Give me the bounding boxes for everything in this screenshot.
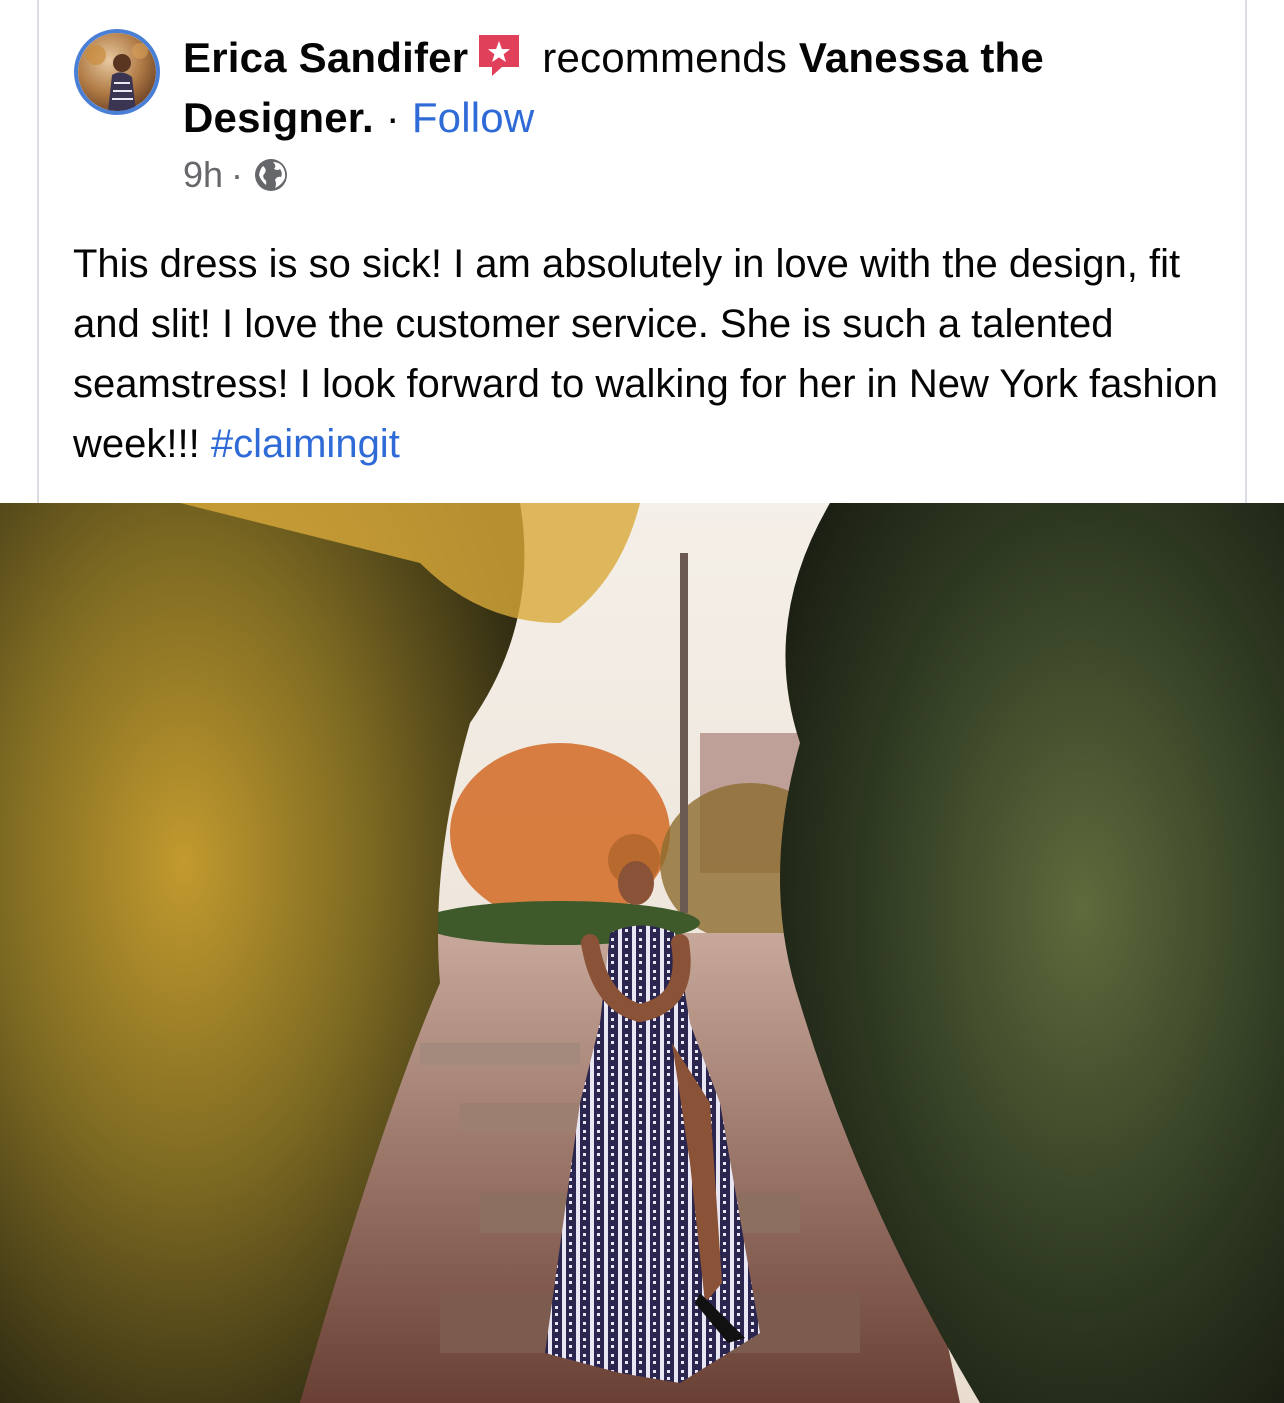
recommends-text: recommends: [542, 34, 788, 81]
photo-scene: [0, 503, 1284, 1403]
follow-button[interactable]: Follow: [412, 94, 535, 141]
author-name[interactable]: Erica Sandifer: [183, 34, 468, 81]
post-header: Erica Sandifer recommends Vanessa the Desi…: [183, 28, 1163, 148]
avatar[interactable]: [74, 29, 160, 115]
hashtag-link[interactable]: #claimingit: [211, 422, 400, 466]
post-meta: 9h ·: [183, 150, 289, 200]
meta-separator: ·: [231, 154, 244, 195]
header-separator: ·: [385, 94, 400, 141]
post-body: This dress is so sick! I am absolutely i…: [73, 234, 1233, 474]
globe-icon[interactable]: [253, 157, 289, 193]
post-photo[interactable]: [0, 503, 1284, 1403]
facebook-post: Erica Sandifer recommends Vanessa the Desi…: [0, 0, 1284, 1403]
timestamp[interactable]: 9h: [183, 150, 223, 200]
recommend-star-icon: [476, 32, 522, 78]
avatar-image: [78, 33, 156, 111]
post-header-card: Erica Sandifer recommends Vanessa the Desi…: [37, 0, 1247, 503]
page-name-line2[interactable]: Designer.: [183, 94, 374, 141]
page-name-line1[interactable]: Vanessa the: [799, 34, 1044, 81]
